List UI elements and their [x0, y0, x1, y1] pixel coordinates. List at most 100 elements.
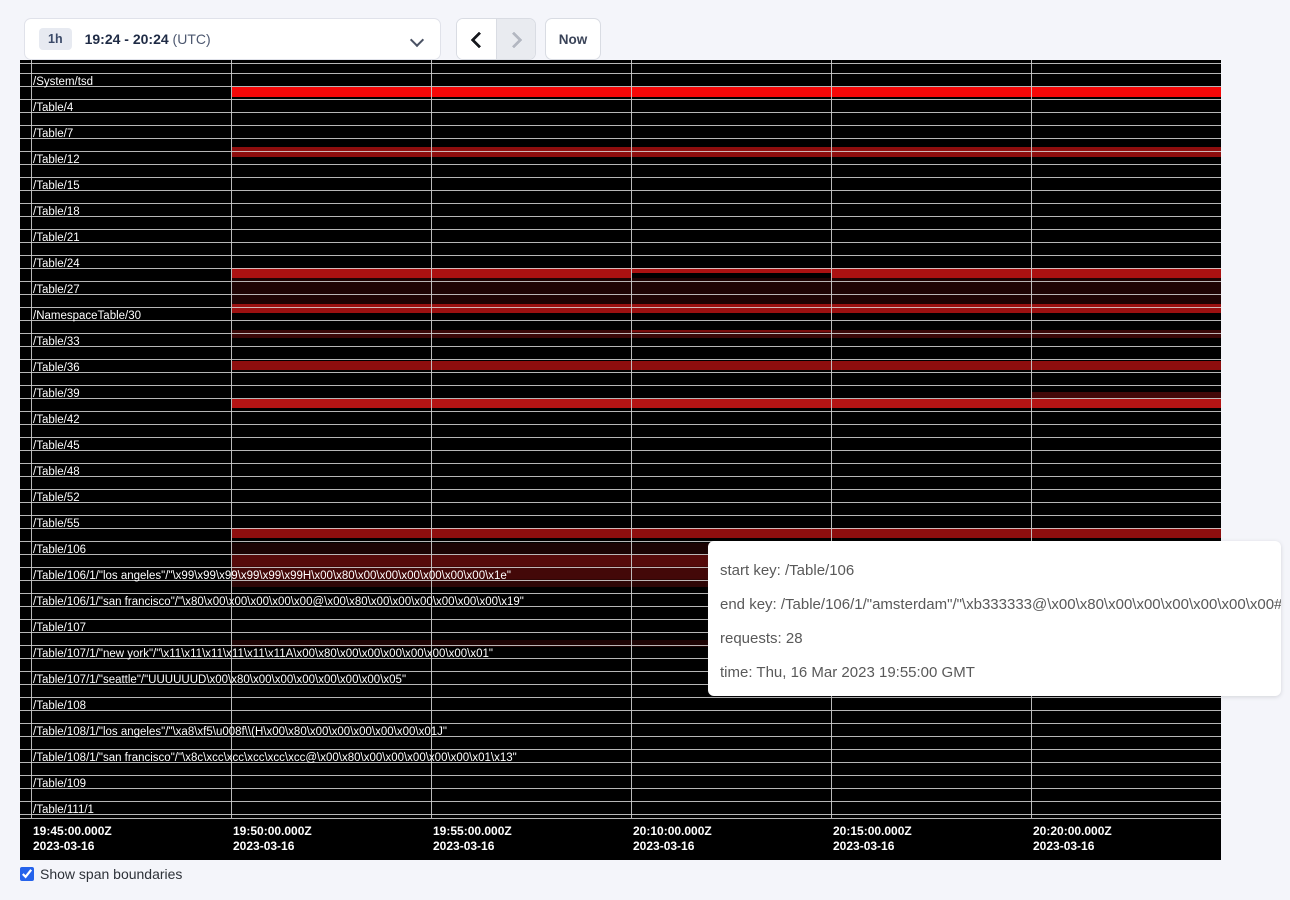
show-span-boundaries-checkbox[interactable]	[20, 867, 34, 881]
row-label: /Table/42	[33, 415, 80, 426]
span-boundary-line	[20, 281, 1221, 282]
span-boundary-line	[20, 138, 1221, 139]
row-label: /Table/111/1	[33, 805, 94, 816]
span-boundary-line	[20, 216, 1221, 217]
row-label: /Table/7	[33, 129, 73, 140]
hover-tooltip: start key: /Table/106end key: /Table/106…	[708, 541, 1281, 696]
x-axis-label: 20:20:00.000Z2023-03-16	[1033, 824, 1112, 854]
row-label: /Table/106	[33, 545, 86, 556]
time-range-duration-badge: 1h	[39, 28, 72, 50]
row-label: /Table/36	[33, 363, 80, 374]
time-nav-group	[456, 18, 536, 60]
span-boundary-line	[20, 818, 1221, 819]
row-label: /Table/109	[33, 779, 86, 790]
tooltip-line: time: Thu, 16 Mar 2023 19:55:00 GMT	[720, 656, 1269, 690]
span-boundary-line	[20, 229, 1221, 230]
time-gridline	[31, 60, 32, 818]
heat-band	[232, 147, 1221, 157]
time-gridline	[431, 60, 432, 818]
span-boundary-line	[20, 177, 1221, 178]
span-boundary-line	[20, 151, 1221, 152]
row-label: /Table/52	[33, 493, 80, 504]
row-label: /Table/24	[33, 259, 80, 270]
span-boundary-line	[20, 164, 1221, 165]
span-boundary-line	[20, 437, 1221, 438]
prev-time-button[interactable]	[457, 19, 496, 59]
span-boundary-line	[20, 294, 1221, 295]
span-boundary-line	[20, 333, 1221, 334]
row-label: /Table/18	[33, 207, 80, 218]
span-boundary-line	[20, 528, 1221, 529]
span-boundary-line	[20, 268, 1221, 269]
footer: Show span boundaries	[20, 866, 182, 882]
span-boundary-line	[20, 73, 1221, 74]
span-boundary-line	[20, 775, 1221, 776]
row-label: /Table/27	[33, 285, 80, 296]
span-boundary-line	[20, 398, 1221, 399]
span-boundary-line	[20, 411, 1221, 412]
time-gridline	[231, 60, 232, 818]
span-boundary-line	[20, 723, 1221, 724]
key-visualizer-canvas[interactable]: /System/tsd/Table/4/Table/7/Table/12/Tab…	[20, 60, 1221, 860]
span-boundary-line	[20, 112, 1221, 113]
span-boundary-line	[20, 450, 1221, 451]
time-gridline	[631, 60, 632, 818]
row-label: /Table/15	[33, 181, 80, 192]
span-boundary-line	[20, 489, 1221, 490]
span-boundary-line	[20, 99, 1221, 100]
span-boundary-line	[20, 788, 1221, 789]
show-span-boundaries-label[interactable]: Show span boundaries	[40, 866, 182, 882]
heat-band	[232, 399, 1221, 408]
span-boundary-line	[20, 190, 1221, 191]
span-boundary-line	[20, 463, 1221, 464]
span-boundary-line	[20, 385, 1221, 386]
x-axis-label: 19:45:00.000Z2023-03-16	[33, 824, 112, 854]
row-label: /Table/48	[33, 467, 80, 478]
next-time-button-disabled[interactable]	[496, 19, 536, 59]
heat-band	[232, 361, 1221, 370]
chevron-down-icon	[410, 33, 424, 47]
span-boundary-line	[20, 697, 1221, 698]
span-boundary-line	[20, 63, 1221, 64]
row-label: /Table/107/1/"seattle"/"UUUUUUD\x00\x80\…	[33, 675, 406, 686]
span-boundary-line	[20, 372, 1221, 373]
heat-band	[232, 87, 1221, 97]
x-axis-label: 19:50:00.000Z2023-03-16	[233, 824, 312, 854]
row-label: /Table/12	[33, 155, 80, 166]
span-boundary-line	[20, 255, 1221, 256]
tooltip-line: requests: 28	[720, 622, 1269, 656]
row-label: /Table/39	[33, 389, 80, 400]
heat-band	[232, 528, 1221, 538]
span-boundary-line	[20, 359, 1221, 360]
span-boundary-line	[20, 424, 1221, 425]
time-range-select[interactable]: 1h 19:24 - 20:24 (UTC)	[24, 18, 441, 60]
row-label: /Table/108/1/"san francisco"/"\x8c\xcc\x…	[33, 753, 517, 764]
row-label: /Table/45	[33, 441, 80, 452]
span-boundary-line	[20, 203, 1221, 204]
span-boundary-line	[20, 710, 1221, 711]
chevron-right-icon	[505, 32, 522, 49]
chevron-left-icon	[471, 32, 488, 49]
span-boundary-line	[20, 242, 1221, 243]
span-boundary-line	[20, 346, 1221, 347]
row-label: /System/tsd	[33, 77, 93, 88]
span-boundary-line	[20, 502, 1221, 503]
tooltip-line: start key: /Table/106	[720, 554, 1269, 588]
row-label: /Table/108	[33, 701, 86, 712]
span-boundary-line	[20, 125, 1221, 126]
span-boundary-line	[20, 476, 1221, 477]
row-label: /Table/106/1/"los angeles"/"\x99\x99\x99…	[33, 571, 511, 582]
row-label: /Table/106/1/"san francisco"/"\x80\x00\x…	[33, 597, 524, 608]
row-label: /Table/4	[33, 103, 73, 114]
time-gridline	[1031, 60, 1032, 818]
row-label: /Table/21	[33, 233, 80, 244]
now-button[interactable]: Now	[545, 18, 601, 60]
time-gridline	[831, 60, 832, 818]
heat-band	[631, 330, 831, 332]
time-range-value: 19:24 - 20:24	[85, 31, 169, 47]
key-visualizer-page: 1h 19:24 - 20:24 (UTC) Now /System/tsd/T…	[0, 0, 1290, 900]
tooltip-line: end key: /Table/106/1/"amsterdam"/"\xb33…	[720, 588, 1269, 622]
span-boundary-line	[20, 749, 1221, 750]
heat-band	[232, 304, 1221, 313]
row-label: /Table/107/1/"new york"/"\x11\x11\x11\x1…	[33, 649, 493, 660]
